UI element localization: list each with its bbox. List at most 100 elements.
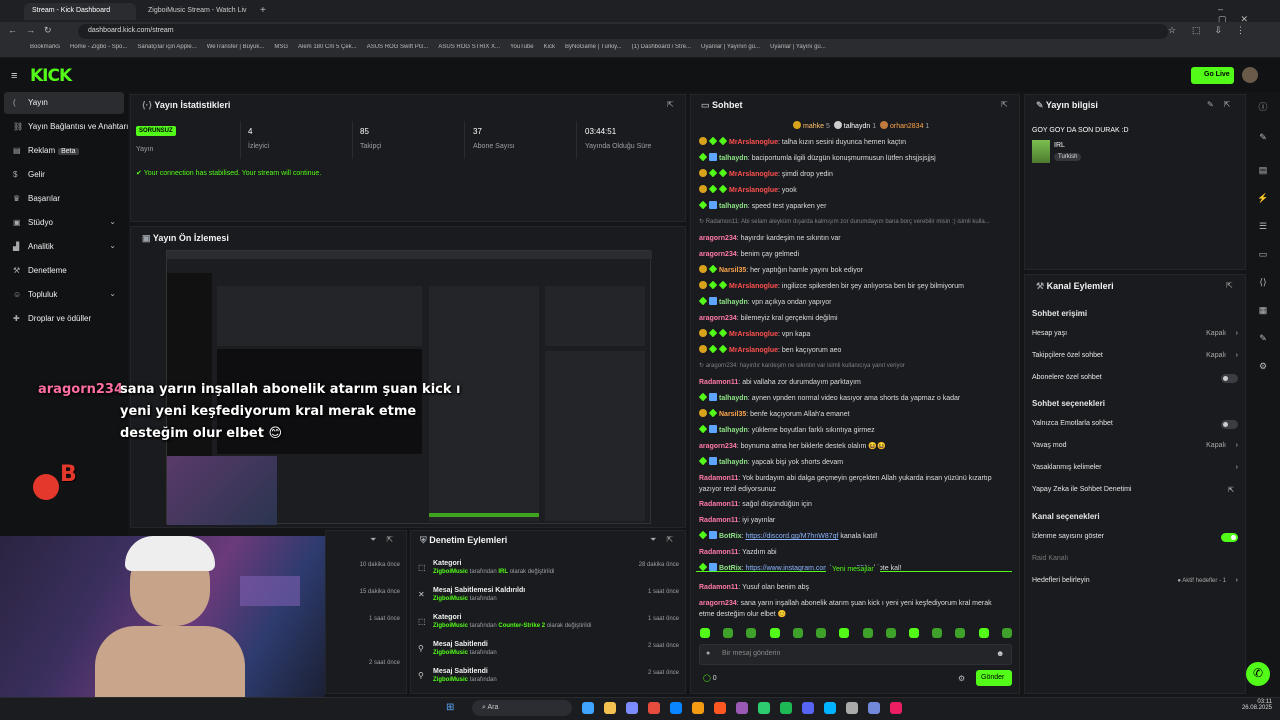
emote-icon[interactable] <box>723 628 734 638</box>
chat-message[interactable]: MrArslanoglue: ingilizce spikerden bir ş… <box>699 281 1014 292</box>
sidebar-item-yay-n-ba-lant-s-ve-anahtar-[interactable]: ⛓ Yayın Bağlantısı ve Anahtarı <box>4 116 128 138</box>
emote-icon[interactable] <box>769 628 780 638</box>
setting-row[interactable]: Takipçilere özel sohbet Kapalı › <box>1032 352 1238 362</box>
filter-icon[interactable]: ⏷⇱ <box>370 535 403 545</box>
setting-row[interactable]: Yapay Zeka ile Sohbet Denetimi ⇱ <box>1032 486 1238 496</box>
side-tool-icon[interactable]: ⟨⟩ <box>1256 277 1270 291</box>
kick-logo[interactable]: KICK <box>30 66 72 86</box>
tab-zigboimusic[interactable]: ZigboiMusic Stream - Watch Liv <box>140 3 252 20</box>
bookmark-item[interactable]: MSG <box>274 44 288 55</box>
chat-username[interactable]: aragorn234 <box>699 600 737 607</box>
sidebar-item-ba-ar-lar[interactable]: ♛ Başarılar <box>4 188 124 210</box>
chat-message[interactable]: MrArslanoglue: vpn kapa <box>699 329 1014 340</box>
toggle-switch[interactable] <box>1221 374 1238 383</box>
chat-message[interactable]: ↻ aragorn234: hayırdır kardeşim ne sıkın… <box>699 361 1014 372</box>
chat-message[interactable]: Radamon11: Yazdım abi <box>699 547 1014 558</box>
top-user[interactable]: mahke <box>803 123 824 130</box>
setting-value[interactable]: Kapalı <box>1206 442 1226 449</box>
setting-row[interactable]: Hedefleri belirleyin ● Aktif hedefler - 1… <box>1032 577 1238 587</box>
bookmark-item[interactable]: Home - Zigbo - Spo... <box>70 44 127 55</box>
url-input[interactable]: dashboard.kick.com/stream <box>78 24 1168 39</box>
bookmark-item[interactable]: ByNoGame | Türkiy... <box>565 44 622 55</box>
side-tool-icon[interactable]: ✎ <box>1256 333 1270 347</box>
chat-message[interactable]: MrArslanoglue: ben kaçıyorum aeo <box>699 345 1014 356</box>
toggle-switch[interactable] <box>1221 533 1238 542</box>
emote-icon[interactable] <box>839 628 850 638</box>
sidebar-item-reklam[interactable]: ▤ Reklam Beta <box>4 140 124 162</box>
emote-icon[interactable] <box>978 628 989 638</box>
chat-message[interactable]: aragorn234: benim çay gelmedi <box>699 249 1014 260</box>
taskbar-app-icon[interactable] <box>626 702 638 714</box>
emote-icon[interactable] <box>862 628 873 638</box>
taskbar-search[interactable]: ⌕ Ara <box>472 700 572 716</box>
emote-icon[interactable] <box>1001 628 1012 638</box>
audit-user[interactable]: ZigboiMusic <box>433 596 468 602</box>
bookmark-item[interactable]: Kick <box>544 44 555 55</box>
chat-username[interactable]: talhaydn <box>719 395 748 402</box>
taskbar-app-icon[interactable] <box>692 702 704 714</box>
chat-username[interactable]: talhaydn <box>719 459 748 466</box>
taskbar-app-icon[interactable] <box>582 702 594 714</box>
audit-row[interactable]: ⚲ Mesaj Sabitlendi ZigboiMusic tarafından 2… <box>418 668 683 694</box>
bookmark-item[interactable]: ASUS ROG STRIX X... <box>438 44 500 55</box>
chat-message[interactable]: Radamon11: Yusuf olan benim abş <box>699 582 1014 593</box>
taskbar-app-icon[interactable] <box>714 702 726 714</box>
bookmark-item[interactable]: Uyarılar | Yayını gü... <box>770 44 826 55</box>
chat-input-icon[interactable]: ● <box>706 650 710 657</box>
chat-message[interactable]: Radamon11: Yok burdayım abi dalga geçmey… <box>699 473 1014 495</box>
sidebar-item-st-dyo[interactable]: ▣ Stüdyo ⌄ <box>4 212 124 234</box>
chat-message[interactable]: aragorn234: boynuma atma her biklerle de… <box>699 441 1014 452</box>
taskbar-app-icon[interactable] <box>604 702 616 714</box>
taskbar-app-icon[interactable] <box>736 702 748 714</box>
top-user[interactable]: orhan2834 <box>890 123 923 130</box>
bookmark-item[interactable]: Uyarılar | Yayının gü... <box>701 44 760 55</box>
chat-username[interactable]: MrArslanoglue <box>729 331 778 338</box>
filter-icon[interactable]: ⏷⇱ <box>650 535 683 545</box>
chat-username[interactable]: talhaydn <box>719 203 748 210</box>
chat-username[interactable]: Radamon11 <box>699 501 738 508</box>
chat-username[interactable]: MrArslanoglue <box>729 283 778 290</box>
hamburger-menu-icon[interactable]: ≡ <box>11 70 17 82</box>
chat-message[interactable]: talhaydn: baciportumla ilgili düzgün kon… <box>699 153 1014 164</box>
toggle-switch[interactable] <box>1221 420 1238 429</box>
bookmark-item[interactable]: Bookmarks <box>30 44 60 55</box>
send-button[interactable]: Gönder <box>976 670 1012 686</box>
chat-message[interactable]: talhaydn: yükleme boyutları farklı sıkın… <box>699 425 1014 436</box>
taskbar-app-icon[interactable] <box>890 702 902 714</box>
chat-username[interactable]: BotRix <box>719 533 742 540</box>
taskbar-app-icon[interactable] <box>802 702 814 714</box>
bookmark-item[interactable]: YouTube <box>510 44 534 55</box>
chat-message[interactable]: aragorn234: bilemeyiz kral gerçekmi deği… <box>699 313 1014 324</box>
bookmark-item[interactable]: Sanatçılar için Apple... <box>137 44 196 55</box>
chat-username[interactable]: Narsil35 <box>719 267 746 274</box>
chat-username[interactable]: MrArslanoglue <box>729 139 778 146</box>
chat-settings-icon[interactable]: ⚙ <box>958 674 965 683</box>
audit-user[interactable]: ZigboiMusic <box>433 569 468 575</box>
chat-username[interactable]: talhaydn <box>719 299 748 306</box>
chat-link[interactable]: https://discord.gg/M7hnW87qf <box>745 533 838 540</box>
chat-message[interactable]: Radamon11: abi vallaha zor durumdayım pa… <box>699 377 1014 388</box>
chat-message[interactable]: aragorn234: hayırdır kardeşim ne sıkıntı… <box>699 233 1014 244</box>
taskbar-app-icon[interactable] <box>648 702 660 714</box>
emote-icon[interactable] <box>955 628 966 638</box>
chat-message[interactable]: Radamon11: sağol düşündüğün için <box>699 499 1014 510</box>
edit-icon[interactable]: ✎⇱ <box>1207 100 1240 109</box>
sidebar-item-droplar-ve-d-ller[interactable]: ✚ Droplar ve ödüller <box>4 308 124 330</box>
chat-username[interactable]: Radamon11 <box>699 584 738 591</box>
chat-message[interactable]: ↻ Radamon11: Abi selam aleyküm dışarda k… <box>699 217 1014 228</box>
audit-user[interactable]: ZigboiMusic <box>433 677 468 683</box>
audit-row[interactable]: ⬚ Kategori ZigboiMusic tarafından Counter-… <box>418 614 683 640</box>
bookmark-item[interactable]: WeTransfer | Büyük... <box>207 44 265 55</box>
side-tool-icon[interactable]: ⓘ <box>1256 100 1270 114</box>
setting-row[interactable]: Abonelere özel sohbet <box>1032 374 1238 384</box>
taskbar-app-icon[interactable] <box>670 702 682 714</box>
chat-message[interactable]: Narsil35: benfe kaçıyorum Allah'a emanet <box>699 409 1014 420</box>
emote-icon[interactable] <box>816 628 827 638</box>
help-chat-icon[interactable]: ✆ <box>1246 662 1270 686</box>
new-tab-icon[interactable]: + <box>260 5 266 16</box>
emote-icon[interactable] <box>932 628 943 638</box>
extensions-icon[interactable]: ⬚⇩⋮ <box>1192 25 1259 36</box>
emote-icon[interactable] <box>885 628 896 638</box>
chat-message[interactable]: talhaydn: speed test yaparken yer <box>699 201 1014 212</box>
chat-message[interactable]: talhaydn: yapcak bişi yok shorts devam <box>699 457 1014 468</box>
